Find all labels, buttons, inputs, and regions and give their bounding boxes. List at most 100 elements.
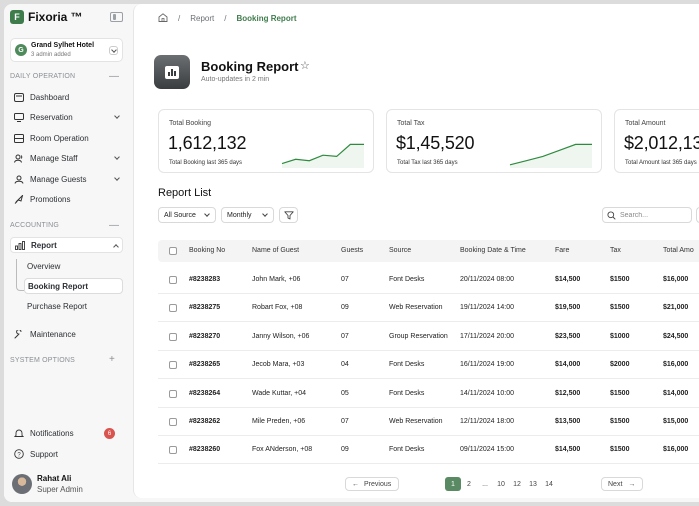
previous-page-button[interactable]: ← Previous — [345, 477, 399, 491]
source-filter-select[interactable]: All Source — [158, 207, 216, 223]
table-cell: Web Reservation — [389, 418, 443, 425]
trend-sparkline — [281, 143, 364, 168]
period-filter-select[interactable]: Monthly — [221, 207, 274, 223]
section-accounting: ACCOUNTING — [10, 222, 60, 229]
page-subtitle: Auto-updates in 2 min — [201, 76, 270, 83]
table-cell: $1500 — [610, 304, 630, 312]
help-circle-icon: ? — [12, 449, 26, 459]
column-header[interactable]: Source — [389, 247, 411, 254]
column-header[interactable]: Booking No — [189, 247, 225, 254]
page-number-button[interactable]: 10 — [493, 477, 509, 491]
sidebar-subitem-overview[interactable]: Overview — [24, 258, 123, 274]
column-header[interactable]: Tax — [610, 247, 621, 254]
chevron-down-icon[interactable] — [109, 46, 118, 55]
collapse-section-icon[interactable]: — — [109, 221, 119, 231]
sidebar-item-maintenance[interactable]: Maintenance — [10, 326, 123, 342]
dashboard-icon — [12, 92, 26, 102]
column-header[interactable]: Total Amo — [663, 247, 694, 254]
table-cell: 07 — [341, 276, 349, 283]
collapse-section-icon[interactable]: — — [109, 72, 119, 82]
breadcrumb-report[interactable]: Report — [190, 14, 214, 23]
table-row[interactable]: #8238275 Robart Fox, +08 09 Web Reservation… — [158, 294, 699, 323]
column-header[interactable]: Name of Guest — [252, 247, 299, 254]
trend-sparkline — [509, 143, 592, 168]
sidebar-item-label: Dashboard — [30, 92, 70, 102]
table-row[interactable]: #8238270 Janny Wilson, +06 07 Group Reserva… — [158, 323, 699, 351]
page-number-button[interactable]: 13 — [525, 477, 541, 491]
row-checkbox[interactable] — [169, 389, 177, 398]
sidebar-item-support[interactable]: ? Support — [10, 446, 123, 462]
page-number-button[interactable]: 2 — [461, 477, 477, 491]
table-cell: $24,500 — [663, 332, 689, 340]
breadcrumb-separator: / — [224, 14, 227, 23]
row-checkbox[interactable] — [169, 361, 177, 370]
user-profile[interactable]: Rahat Ali Super Admin — [12, 474, 83, 494]
table-cell: 07 — [341, 418, 349, 425]
column-header[interactable]: Fare — [555, 247, 569, 254]
table-cell: Wade Kuttar, +04 — [252, 389, 307, 397]
table-cell: Font Desks — [389, 446, 425, 454]
table-cell: 09 — [341, 304, 349, 312]
app-window: F Fixoria ™ G Grand Sylhet Hotel 3 admin… — [4, 4, 699, 502]
table-cell: 19/11/2024 14:00 — [460, 304, 514, 312]
logo: F Fixoria ™ — [10, 10, 83, 24]
row-checkbox[interactable] — [169, 418, 177, 426]
page-number-button[interactable]: 1 — [445, 477, 461, 491]
table-cell: Web Reservation — [389, 304, 443, 312]
search-input[interactable] — [620, 211, 684, 219]
search-box[interactable] — [602, 207, 692, 223]
sidebar-item-notifications[interactable]: Notifications 6 — [10, 425, 123, 441]
row-checkbox[interactable] — [169, 276, 177, 284]
sidebar-item-reservation[interactable]: Reservation — [10, 109, 123, 125]
home-icon[interactable] — [158, 13, 168, 24]
table-cell: $1500 — [610, 389, 630, 397]
table-cell: 09 — [341, 446, 349, 454]
sidebar-item-room-operation[interactable]: Room Operation — [10, 130, 123, 146]
sidebar-item-report[interactable]: Report — [10, 237, 123, 253]
table-cell: $14,500 — [555, 276, 581, 283]
kpi-label: Total Booking — [169, 120, 212, 127]
main-content: / Report / Booking Report Booking Report… — [133, 4, 699, 498]
table-cell: $15,000 — [663, 418, 689, 425]
page-number-button[interactable]: 12 — [509, 477, 525, 491]
user-name: Rahat Ali — [37, 474, 72, 483]
section-system-options: SYSTEM OPTIONS — [10, 357, 76, 364]
row-checkbox[interactable] — [169, 304, 177, 313]
search-icon — [607, 210, 616, 220]
row-checkbox[interactable] — [169, 446, 177, 455]
next-label: Next — [608, 480, 623, 488]
sidebar-item-promotions[interactable]: Promotions — [10, 191, 123, 207]
sidebar-item-label: Notifications — [30, 428, 74, 438]
column-header[interactable]: Booking Date & Time — [460, 247, 526, 254]
table-row[interactable]: #8238265 Jecob Mara, +03 04 Font Desks 16/11… — [158, 351, 699, 380]
next-page-button[interactable]: Next → — [601, 477, 643, 491]
kpi-card-total-tax: Total Tax $1,45,520 Total Tax last 365 d… — [386, 109, 602, 173]
hotel-switcher[interactable]: G Grand Sylhet Hotel 3 admin added — [10, 38, 123, 62]
user-role: Super Admin — [37, 485, 83, 494]
table-row[interactable]: #8238260 Fox ANderson, +08 09 Font Desks 09/… — [158, 436, 699, 465]
filter-button[interactable] — [279, 207, 298, 223]
table-cell: $13,500 — [555, 418, 581, 425]
column-header[interactable]: Guests — [341, 247, 363, 254]
collapse-sidebar-icon[interactable] — [110, 12, 123, 22]
page-number-button[interactable]: 14 — [541, 477, 557, 491]
hotel-avatar: G — [15, 44, 27, 56]
table-row[interactable]: #8238262 Mile Preden, +06 07 Web Reservatio… — [158, 408, 699, 436]
select-all-checkbox[interactable] — [169, 247, 177, 255]
table-cell: #8238275 — [189, 304, 221, 312]
sidebar-item-dashboard[interactable]: Dashboard — [10, 89, 123, 105]
row-checkbox[interactable] — [169, 332, 177, 341]
sidebar-subitem-purchase-report[interactable]: Purchase Report — [24, 298, 123, 314]
favorite-star-icon[interactable]: ☆ — [300, 59, 310, 72]
sidebar: F Fixoria ™ G Grand Sylhet Hotel 3 admin… — [4, 4, 133, 502]
table-cell: Font Desks — [389, 276, 425, 283]
sidebar-item-label: Support — [30, 449, 59, 459]
add-section-icon[interactable]: + — [109, 355, 115, 365]
sidebar-item-manage-staff[interactable]: Manage Staff — [10, 150, 123, 166]
sidebar-item-manage-guests[interactable]: Manage Guests — [10, 171, 123, 187]
table-cell: $1000 — [610, 332, 630, 340]
table-row[interactable]: #8238283 John Mark, +06 07 Font Desks 20/11/… — [158, 266, 699, 294]
table-row[interactable]: #8238264 Wade Kuttar, +04 05 Font Desks 14/1… — [158, 380, 699, 408]
arrow-left-icon: ← — [352, 480, 359, 488]
sidebar-subitem-booking-report[interactable]: Booking Report — [24, 278, 123, 294]
